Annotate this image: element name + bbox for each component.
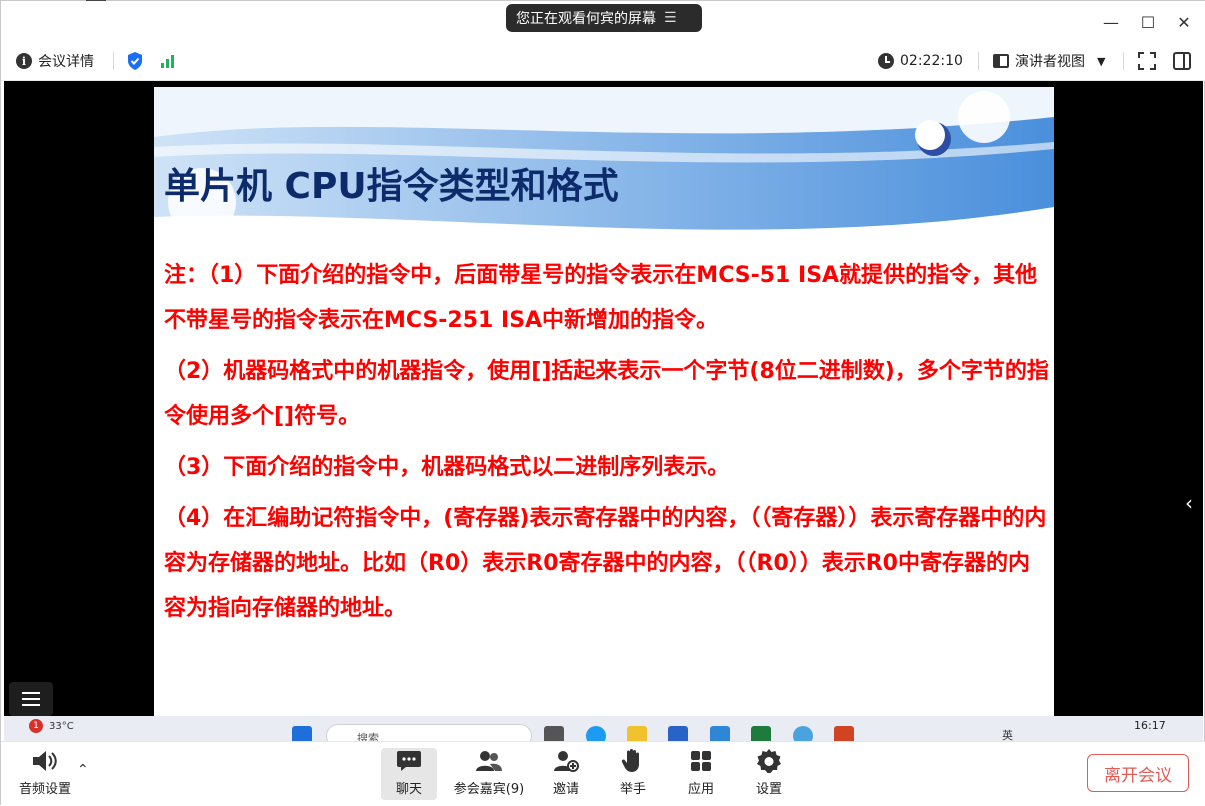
chat-button[interactable]: 聊天 (381, 748, 437, 800)
excel-icon (751, 726, 771, 741)
apps-grid-icon (691, 751, 711, 771)
sidebar-toggle-button[interactable] (1173, 49, 1191, 73)
audio-settings-label: 音频设置 (19, 782, 72, 797)
shield-check-icon (128, 52, 142, 70)
slide-title: 单片机 CPU指令类型和格式 (164, 166, 619, 207)
invite-button[interactable]: 邀请 (538, 748, 594, 800)
fullscreen-icon (1138, 52, 1156, 70)
network-signal[interactable] (161, 49, 174, 73)
leave-meeting-button[interactable]: 离开会议 (1087, 754, 1189, 792)
shared-taskbar: 1 33°C 搜索 英 16:17 (4, 716, 1203, 741)
photos-icon (710, 726, 730, 741)
chevron-left-icon[interactable]: ‹ (1185, 491, 1193, 515)
meeting-controls: 音频设置 ⌃ 聊天 参会嘉宾(9) 邀请 举手 应用 设置 离开会议 (1, 741, 1205, 806)
invite-label: 邀请 (552, 782, 579, 797)
screen-share-status[interactable]: 您正在观看何宾的屏幕 ☰ (506, 4, 702, 32)
maximize-button[interactable]: ☐ (1133, 9, 1163, 35)
security-indicator[interactable] (126, 49, 144, 73)
slide-note-2: （2）机器码格式中的机器指令，使用[]括起来表示一个字节(8位二进制数)，多个字… (164, 359, 1049, 429)
title-bar: 您正在观看何宾的屏幕 ☰ — ☐ ✕ (1, 0, 1205, 41)
toolbar-divider (113, 52, 114, 70)
meeting-details-button[interactable]: i 会议详情 (16, 49, 94, 73)
raise-hand-label: 举手 (619, 782, 646, 797)
meeting-window: 您正在观看何宾的屏幕 ☰ — ☐ ✕ i 会议详情 02:22:10 演讲者视图… (0, 0, 1205, 806)
language-indicator: 英 (1002, 729, 1013, 741)
taskview-icon (544, 726, 564, 741)
windows-start-icon (292, 726, 312, 741)
caret-down-icon: ▼ (1097, 54, 1106, 68)
window-corner-mark (86, 0, 106, 3)
chapter-list-button[interactable] (9, 682, 53, 716)
apps-label: 应用 (687, 782, 714, 797)
chat-bubble-icon (397, 751, 421, 771)
store-icon (668, 726, 688, 741)
speaker-icon (33, 751, 57, 771)
fullscreen-button[interactable] (1138, 49, 1156, 73)
add-user-icon (554, 751, 579, 772)
meeting-toolbar: i 会议详情 02:22:10 演讲者视图 ▼ (1, 41, 1205, 81)
meeting-details-label: 会议详情 (38, 54, 94, 70)
toolbar-divider (1123, 52, 1124, 70)
taskbar-search: 搜索 (326, 724, 532, 741)
meeting-timer: 02:22:10 (878, 49, 963, 73)
taskbar-clock: 16:17 (1134, 719, 1166, 732)
edge-icon (586, 726, 606, 741)
gear-icon (757, 749, 781, 773)
speaker-view-icon (993, 54, 1009, 68)
settings-button[interactable]: 设置 (741, 748, 797, 800)
close-button[interactable]: ✕ (1169, 9, 1199, 35)
list-icon[interactable]: ☰ (664, 10, 677, 26)
toolbar-divider (978, 52, 979, 70)
minimize-button[interactable]: — (1096, 9, 1126, 35)
clock-icon (878, 53, 894, 69)
chat-label: 聊天 (395, 782, 422, 797)
slide-note-3: （3）下面介绍的指令中，机器码格式以二进制序列表示。 (164, 455, 730, 480)
slide-body: 注：（1）下面介绍的指令中，后面带星号的指令表示在MCS-51 ISA就提供的指… (164, 253, 1049, 631)
raise-hand-button[interactable]: 举手 (605, 748, 661, 800)
sidebar-panel-icon (1173, 52, 1191, 70)
weather-temp: 33°C (49, 720, 74, 732)
settings-label: 设置 (755, 782, 782, 797)
view-mode-label: 演讲者视图 (1015, 54, 1085, 70)
info-icon: i (16, 53, 32, 69)
signal-bars-icon (161, 54, 174, 68)
chevron-up-icon[interactable]: ⌃ (77, 762, 89, 778)
slide-note-1: 注：（1）下面介绍的指令中，后面带星号的指令表示在MCS-51 ISA就提供的指… (164, 263, 1038, 333)
slide-note-4: （4）在汇编助记符指令中，(寄存器)表示寄存器中的内容，（（寄存器））表示寄存器… (164, 506, 1047, 621)
presentation-slide: 单片机 CPU指令类型和格式 注：（1）下面介绍的指令中，后面带星号的指令表示在… (154, 87, 1054, 716)
powerpoint-icon (834, 726, 854, 741)
shared-screen-area: 单片机 CPU指令类型和格式 注：（1）下面介绍的指令中，后面带星号的指令表示在… (4, 81, 1203, 716)
timer-text: 02:22:10 (900, 53, 963, 69)
audio-settings-button[interactable]: 音频设置 (19, 748, 71, 797)
participants-label: 参会嘉宾(9) (453, 782, 525, 797)
participants-icon (476, 751, 502, 771)
weather-widget: 1 33°C (29, 719, 74, 733)
apps-button[interactable]: 应用 (673, 748, 729, 800)
share-status-text: 您正在观看何宾的屏幕 (516, 11, 656, 27)
participants-button[interactable]: 参会嘉宾(9) (449, 748, 529, 800)
globe-icon (793, 726, 813, 741)
hand-icon (621, 749, 639, 772)
notification-badge: 1 (29, 719, 43, 733)
folder-icon (627, 726, 647, 741)
view-mode-dropdown[interactable]: 演讲者视图 ▼ (993, 49, 1105, 73)
